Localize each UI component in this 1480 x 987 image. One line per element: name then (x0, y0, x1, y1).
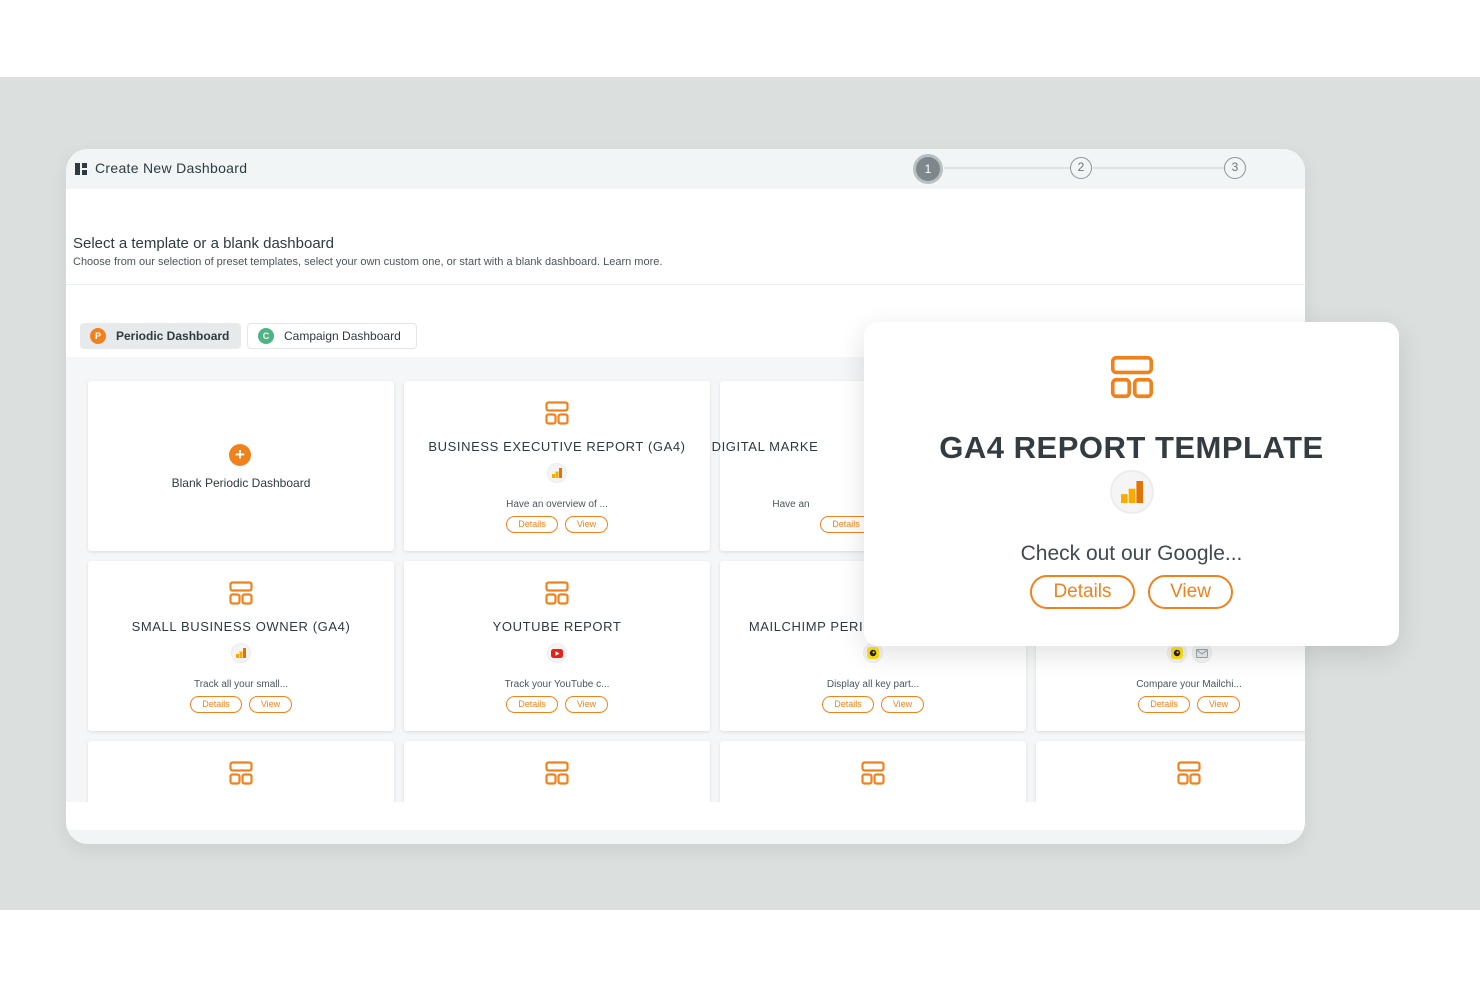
template-card[interactable]: SMALL BUSINESS OWNER (GA4) Track all you… (88, 561, 394, 731)
google-analytics-icon (548, 464, 566, 482)
view-button[interactable]: View (1197, 696, 1240, 713)
details-button[interactable]: Details (822, 696, 874, 713)
template-card[interactable]: YOUTUBE REPORT Track your YouTube c... D… (404, 561, 710, 731)
template-layout-icon (545, 401, 569, 425)
view-button[interactable]: View (881, 696, 924, 713)
dashboard-grid-icon (75, 163, 87, 175)
mailchimp-icon (864, 644, 882, 662)
popup-title: GA4 REPORT TEMPLATE (939, 430, 1324, 465)
view-button[interactable]: View (249, 696, 292, 713)
popup-description: Check out our Google... (1020, 542, 1243, 565)
template-layout-icon (545, 761, 569, 785)
window-title: Create New Dashboard (95, 160, 248, 176)
template-preview-popup: GA4 REPORT TEMPLATE Check out our Google… (864, 322, 1399, 646)
periodic-badge: P (90, 328, 106, 344)
template-layout-icon (545, 581, 569, 605)
card-title: SMALL BUSINESS OWNER (GA4) (131, 619, 351, 634)
template-layout-icon (229, 581, 253, 605)
details-button[interactable]: Details (1030, 575, 1135, 609)
step-3[interactable]: 3 (1224, 157, 1246, 179)
template-layout-icon (1177, 761, 1201, 785)
tab-label: Campaign Dashboard (284, 329, 401, 343)
template-layout-icon (229, 761, 253, 785)
plus-icon: + (229, 444, 251, 466)
google-analytics-icon (1112, 472, 1152, 512)
details-button[interactable]: Details (506, 696, 558, 713)
view-button[interactable]: View (565, 696, 608, 713)
divider (66, 284, 1305, 285)
page-heading: Select a template or a blank dashboard (73, 235, 334, 252)
google-analytics-icon (232, 644, 250, 662)
tab-periodic-dashboard[interactable]: P Periodic Dashboard (80, 323, 241, 349)
card-description: Track your YouTube c... (504, 679, 610, 690)
stepper-connector (1093, 167, 1224, 169)
template-layout-icon (1110, 355, 1154, 399)
details-button[interactable]: Details (190, 696, 242, 713)
page-subheading: Choose from our selection of preset temp… (73, 256, 663, 268)
campaign-badge: C (258, 328, 274, 344)
window-footer (66, 830, 1305, 844)
details-button[interactable]: Details (506, 516, 558, 533)
youtube-icon (548, 644, 566, 662)
template-card[interactable] (88, 741, 394, 802)
details-button[interactable]: Details (1138, 696, 1190, 713)
template-card[interactable]: BUSINESS EXECUTIVE REPORT (GA4) Have an … (404, 381, 710, 551)
stepper-connector (944, 167, 1070, 169)
template-card[interactable] (1036, 741, 1305, 802)
step-1[interactable]: 1 (913, 154, 943, 184)
tab-campaign-dashboard[interactable]: C Campaign Dashboard (247, 323, 417, 349)
card-description: Compare your Mailchi... (1136, 679, 1242, 690)
email-icon (1193, 644, 1211, 662)
tab-label: Periodic Dashboard (116, 329, 230, 343)
blank-dashboard-card[interactable]: + Blank Periodic Dashboard (88, 381, 394, 551)
view-button[interactable]: View (1148, 575, 1233, 609)
template-layout-icon (861, 761, 885, 785)
template-card[interactable] (720, 741, 1026, 802)
view-button[interactable]: View (565, 516, 608, 533)
card-description: Track all your small... (193, 679, 289, 690)
titlebar: Create New Dashboard 1 2 3 (66, 149, 1305, 189)
step-2[interactable]: 2 (1070, 157, 1092, 179)
mailchimp-icon (1168, 644, 1186, 662)
card-description: Display all key part... (826, 679, 920, 690)
blank-card-label: Blank Periodic Dashboard (171, 476, 311, 490)
template-card[interactable] (404, 741, 710, 802)
